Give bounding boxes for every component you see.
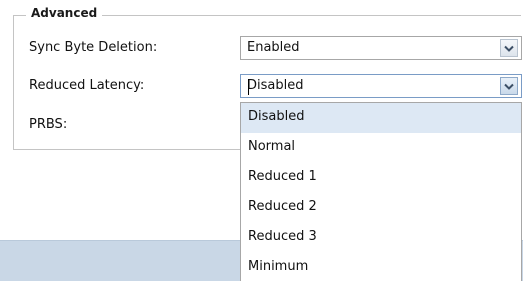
chevron-down-icon <box>504 83 514 90</box>
sync-byte-deletion-select[interactable]: Enabled <box>240 36 522 60</box>
text-caret <box>248 79 249 95</box>
chevron-down-icon[interactable] <box>500 77 518 95</box>
sync-byte-deletion-value: Enabled <box>247 40 300 55</box>
dropdown-option-minimum[interactable]: Minimum <box>241 253 521 281</box>
dropdown-option-normal[interactable]: Normal <box>241 133 521 163</box>
dropdown-option-reduced-1[interactable]: Reduced 1 <box>241 163 521 193</box>
dropdown-option-disabled[interactable]: Disabled <box>241 103 521 133</box>
chevron-down-icon <box>504 45 514 52</box>
dropdown-option-reduced-3[interactable]: Reduced 3 <box>241 223 521 253</box>
sync-byte-deletion-label: Sync Byte Deletion: <box>29 40 158 55</box>
reduced-latency-select[interactable]: Disabled <box>240 74 522 98</box>
reduced-latency-dropdown-list: Disabled Normal Reduced 1 Reduced 2 Redu… <box>240 102 522 281</box>
advanced-settings-panel: Advanced Sync Byte Deletion: Enabled Red… <box>0 0 523 281</box>
reduced-latency-label: Reduced Latency: <box>29 78 145 93</box>
prbs-label: PRBS: <box>29 117 68 132</box>
advanced-legend: Advanced <box>26 5 103 21</box>
dropdown-option-reduced-2[interactable]: Reduced 2 <box>241 193 521 223</box>
reduced-latency-value: Disabled <box>247 78 304 93</box>
chevron-down-icon[interactable] <box>500 39 518 57</box>
